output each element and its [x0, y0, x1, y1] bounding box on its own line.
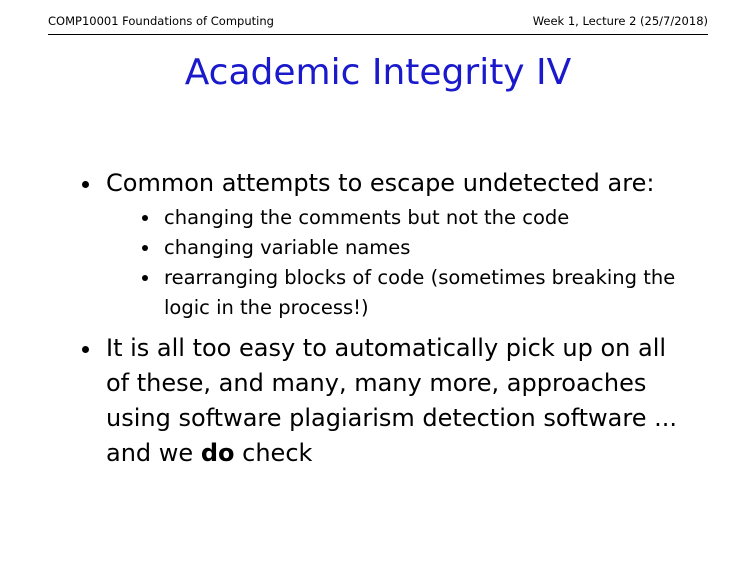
emphasis-text: do — [200, 439, 235, 467]
course-title: COMP10001 Foundations of Computing — [48, 14, 274, 28]
sub-bullet-item: changing the comments but not the code — [106, 203, 694, 233]
slide-header: COMP10001 Foundations of Computing Week … — [48, 11, 708, 31]
slide-title: Academic Integrity IV — [184, 52, 572, 93]
sub-bullet-item: changing variable names — [106, 233, 694, 263]
bullet-list: Common attempts to escape undetected are… — [80, 166, 694, 471]
lecture-date: Week 1, Lecture 2 (25/7/2018) — [532, 14, 708, 28]
bullet-item: Common attempts to escape undetected are… — [80, 166, 694, 323]
bullet-text-end: check — [242, 439, 313, 467]
bullet-text: Common attempts to escape undetected are… — [106, 169, 655, 197]
header-divider — [48, 34, 708, 35]
sub-bullet-list: changing the comments but not the code c… — [106, 203, 694, 323]
sub-bullet-item: rearranging blocks of code (sometimes br… — [106, 263, 694, 323]
slide-body: Common attempts to escape undetected are… — [80, 166, 694, 471]
bullet-item: It is all too easy to automatically pick… — [80, 331, 694, 471]
bullet-text: It is all too easy to automatically pick… — [106, 334, 677, 467]
